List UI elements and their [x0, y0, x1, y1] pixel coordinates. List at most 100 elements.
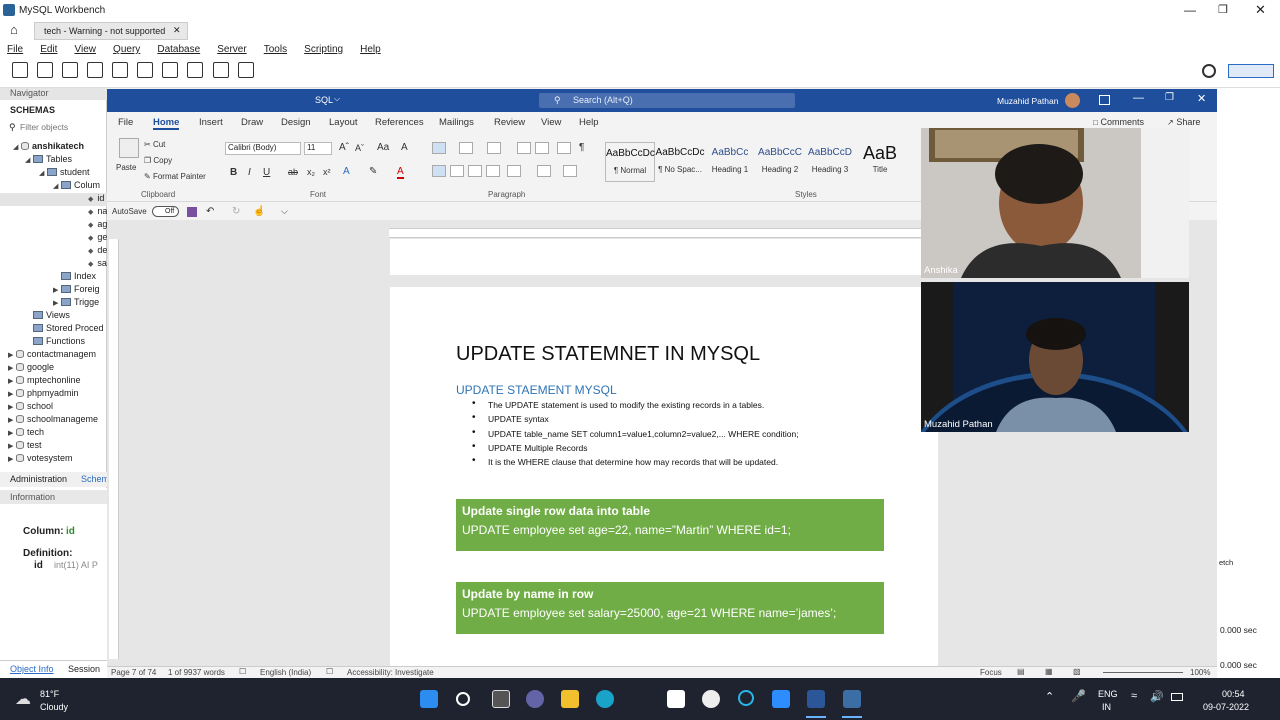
language-region[interactable]: IN — [1102, 702, 1111, 712]
tree-item[interactable]: ◢ anshikatech — [0, 141, 107, 154]
underline-icon[interactable]: U — [263, 167, 270, 178]
volume-icon[interactable]: 🔊 — [1150, 690, 1164, 703]
share-button[interactable]: ↗ Share — [1167, 117, 1200, 128]
create-schema-icon[interactable] — [87, 62, 104, 78]
italic-icon[interactable]: I — [248, 167, 251, 178]
tree-item[interactable]: ◆ sa — [0, 258, 107, 271]
bullets-icon[interactable] — [432, 142, 446, 154]
tree-item[interactable]: Views — [0, 310, 107, 323]
tree-item[interactable]: ◆ ag — [0, 219, 107, 232]
tree-item[interactable]: ▶ tech — [0, 427, 107, 440]
chat-icon[interactable] — [526, 690, 544, 708]
tab-help[interactable]: Help — [579, 117, 599, 128]
undo-icon[interactable]: ↶ — [206, 206, 214, 217]
word-restore-icon[interactable]: ❐ — [1165, 92, 1174, 103]
tab-home[interactable]: Home — [153, 117, 180, 130]
weather-temp[interactable]: 81°F — [40, 689, 59, 699]
chevron-up-icon[interactable]: ⌃ — [1045, 690, 1054, 703]
redo-icon[interactable]: ↻ — [232, 206, 240, 217]
language-code[interactable]: ENG — [1098, 689, 1118, 699]
cut-button[interactable]: ✂ Cut — [144, 140, 165, 149]
expand-arrow-icon[interactable]: ▶ — [8, 455, 16, 463]
tab-administration[interactable]: Administration — [10, 474, 67, 484]
task-view-icon[interactable] — [492, 690, 510, 708]
paste-icon[interactable] — [119, 138, 139, 158]
customize-qat-icon[interactable]: ⌵ — [281, 206, 288, 217]
zoom-level[interactable]: 100% — [1190, 668, 1210, 677]
tab-close-icon[interactable]: ✕ — [173, 25, 181, 36]
tab-session[interactable]: Session — [68, 664, 100, 674]
github-icon[interactable] — [702, 690, 720, 708]
touch-mode-icon[interactable]: ☝ — [253, 206, 265, 217]
print-layout-icon[interactable]: ▦ — [1045, 667, 1053, 676]
clock-time[interactable]: 00:54 — [1222, 689, 1245, 699]
menu-scripting[interactable]: Scripting — [304, 44, 343, 55]
vertical-ruler[interactable] — [109, 239, 119, 659]
document-page-previous[interactable] — [390, 239, 938, 275]
close-icon[interactable]: ✕ — [1255, 2, 1266, 18]
maximize-icon[interactable]: ❐ — [1218, 3, 1228, 16]
font-color-icon[interactable]: A — [397, 166, 404, 179]
tab-draw[interactable]: Draw — [241, 117, 263, 128]
grow-font-icon[interactable]: Aˆ — [339, 142, 349, 153]
change-case-icon[interactable]: Aa — [377, 142, 389, 153]
tab-insert[interactable]: Insert — [199, 117, 223, 128]
bold-icon[interactable]: B — [230, 167, 237, 178]
align-left-icon[interactable] — [432, 165, 446, 177]
search-table-data-icon[interactable] — [212, 62, 229, 78]
word-count[interactable]: 1 of 9937 words — [168, 668, 225, 677]
tree-item[interactable]: ▶ mptechonline — [0, 375, 107, 388]
battery-icon[interactable] — [1171, 693, 1183, 701]
justify-icon[interactable] — [486, 165, 500, 177]
search-icon[interactable] — [456, 692, 470, 706]
tree-item[interactable]: ◆ id — [0, 193, 107, 206]
wifi-icon[interactable]: ≈ — [1131, 690, 1137, 702]
video-tile-anshika[interactable]: Anshika — [921, 128, 1189, 278]
strikethrough-icon[interactable]: ab — [288, 167, 298, 177]
multilevel-list-icon[interactable] — [487, 142, 501, 154]
subscript-icon[interactable]: x₂ — [307, 167, 315, 177]
create-view-icon[interactable] — [137, 62, 154, 78]
expand-arrow-icon[interactable]: ▶ — [8, 377, 16, 385]
expand-arrow-icon[interactable]: ◢ — [53, 182, 61, 190]
tree-item[interactable]: ▶ school — [0, 401, 107, 414]
menu-server[interactable]: Server — [217, 44, 246, 55]
document-page[interactable]: UPDATE STATEMNET IN MYSQL UPDATE STAEMEN… — [390, 287, 938, 667]
read-mode-icon[interactable]: ▤ — [1017, 667, 1025, 676]
expand-arrow-icon[interactable]: ▶ — [8, 442, 16, 450]
shading-icon[interactable] — [537, 165, 551, 177]
tree-item[interactable]: Stored Proced — [0, 323, 107, 336]
tree-item[interactable]: ◆ de — [0, 245, 107, 258]
open-sql-script-icon[interactable] — [37, 62, 54, 78]
expand-arrow-icon[interactable]: ▶ — [53, 286, 61, 294]
tree-item[interactable]: ▶ google — [0, 362, 107, 375]
tree-item[interactable]: ▶ schoolmanageme — [0, 414, 107, 427]
autosave-toggle[interactable]: Off — [152, 206, 179, 217]
word-icon[interactable] — [807, 690, 825, 708]
settings-icon[interactable] — [1202, 64, 1216, 78]
tree-item[interactable]: ◢ student — [0, 167, 107, 180]
word-minimize-icon[interactable]: — — [1133, 92, 1144, 104]
language[interactable]: English (India) — [260, 668, 311, 677]
comments-button[interactable]: □ Comments — [1093, 117, 1144, 128]
create-procedure-icon[interactable] — [162, 62, 179, 78]
file-explorer-icon[interactable] — [561, 690, 579, 708]
superscript-icon[interactable]: x² — [323, 167, 331, 177]
text-effects-icon[interactable]: A — [343, 166, 350, 177]
style-item[interactable]: AaBbCcC Heading 2 — [755, 142, 805, 182]
tree-item[interactable]: ◢ Tables — [0, 154, 107, 167]
cortana-icon[interactable] — [738, 690, 754, 706]
connection-tab[interactable]: tech - Warning - not supported ✕ — [34, 22, 188, 40]
start-icon[interactable] — [420, 690, 438, 708]
tree-item[interactable]: ◆ ge — [0, 232, 107, 245]
focus-button[interactable]: Focus — [980, 668, 1002, 677]
create-table-icon[interactable] — [112, 62, 129, 78]
word-search-box[interactable]: ⚲ Search (Alt+Q) — [539, 93, 795, 108]
new-sql-tab-icon[interactable] — [12, 62, 28, 78]
decrease-indent-icon[interactable] — [517, 142, 531, 154]
tree-item[interactable]: ◆ na — [0, 206, 107, 219]
paste-label[interactable]: Paste — [116, 163, 136, 172]
sort-icon[interactable] — [557, 142, 571, 154]
menu-view[interactable]: View — [74, 44, 96, 55]
tree-item[interactable]: ▶ Trigge — [0, 297, 107, 310]
